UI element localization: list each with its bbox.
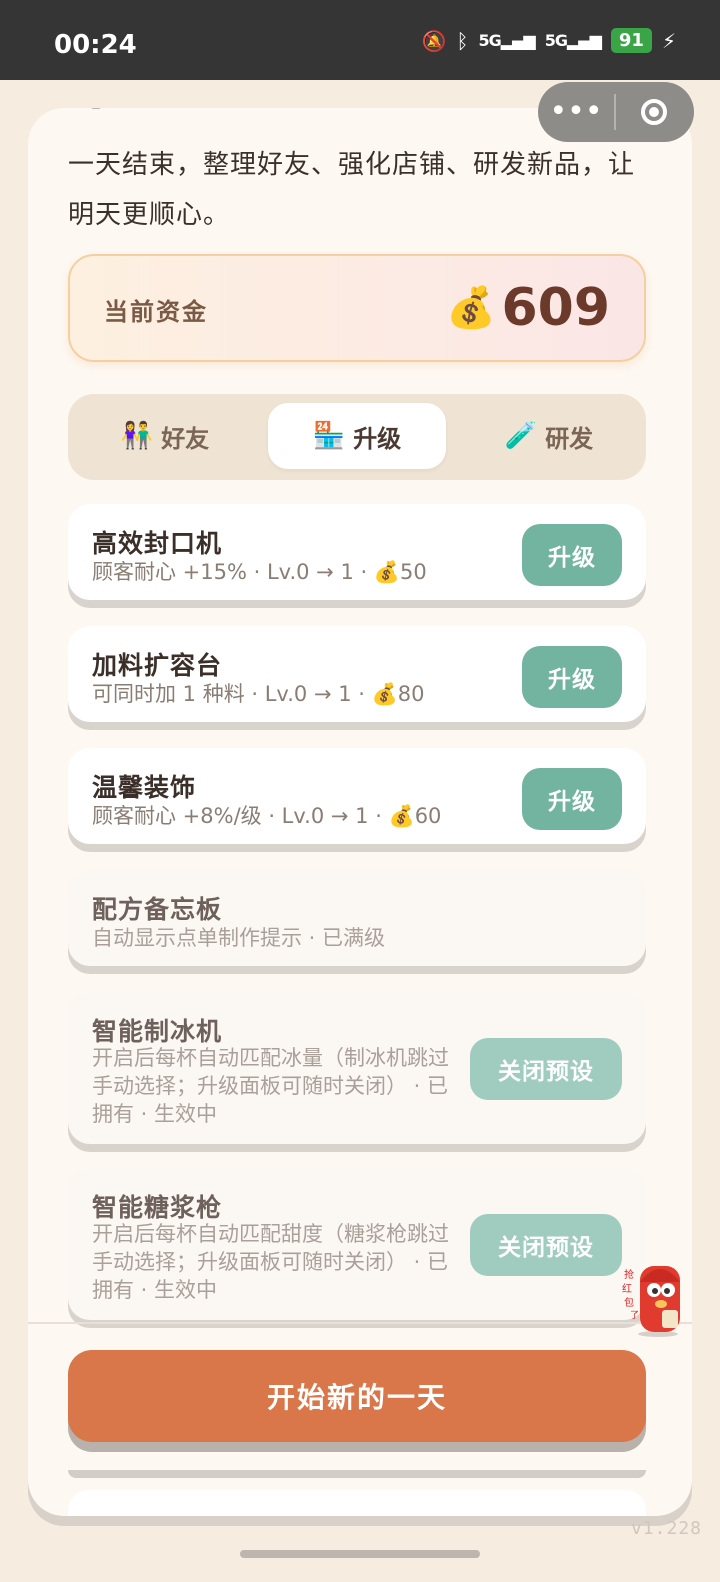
upgrade-desc: 顾客耐心 +15% · Lv.0 → 1 · 💰50 — [92, 560, 427, 584]
battery-level: 91 — [610, 28, 652, 53]
bottom-strip — [68, 1470, 646, 1478]
miniprogram-capsule: ••• — [538, 82, 694, 142]
upgrade-card-ice-machine: 智能制冰机 开启后每杯自动匹配冰量（制冰机跳过手动选择；升级面板可随时关闭） ·… — [68, 992, 646, 1144]
end-of-day-panel: 一天结束，整理好友、强化店铺、研发新品，让明天更顺心。 当前资金 💰 609 👫… — [28, 108, 692, 1516]
panel-top-mark — [92, 108, 100, 109]
tab-bar: 👫 好友 🏪 升级 🧪 研发 — [68, 394, 646, 480]
version-label: v1.228 — [630, 1518, 702, 1539]
status-bar: 00:24 🔕 ᛒ 5G▂▄▆ 5G▂▄▆ 91 ⚡ — [0, 0, 720, 80]
upgrade-button[interactable]: 升级 — [522, 524, 622, 586]
signal-icon-2: 5G▂▄▆ — [544, 31, 602, 50]
mute-bell-icon: 🔕 — [421, 28, 447, 53]
upgrade-title: 温馨装饰 — [92, 773, 197, 802]
more-menu-icon[interactable]: ••• — [538, 82, 614, 142]
upgrade-desc: 可同时加 1 种料 · Lv.0 → 1 · 💰80 — [92, 682, 425, 706]
svg-text:了: 了 — [630, 1310, 639, 1321]
upgrade-desc: 顾客耐心 +8%/级 · Lv.0 → 1 · 💰60 — [92, 804, 442, 828]
bottom-card-peek — [68, 1490, 646, 1516]
tab-friends-label: 好友 — [161, 424, 210, 453]
upgrade-title: 智能制冰机 — [92, 1017, 223, 1046]
upgrade-title: 高效封口机 — [92, 529, 223, 558]
mascot-text: 抢 红 包 了 — [622, 1268, 639, 1321]
upgrade-card-recipe-board: 配方备忘板 自动显示点单制作提示 · 已满级 — [68, 870, 646, 966]
svg-text:抢: 抢 — [624, 1268, 634, 1281]
money-bag-icon: 💰 — [446, 285, 496, 331]
red-packet-mascot-icon[interactable]: 抢 红 包 了 — [616, 1252, 686, 1338]
upgrade-title: 配方备忘板 — [92, 895, 223, 924]
home-indicator[interactable] — [240, 1550, 480, 1558]
funds-label: 当前资金 — [104, 298, 208, 326]
upgrade-card-decor: 温馨装饰 顾客耐心 +8%/级 · Lv.0 → 1 · 💰60 升级 — [68, 748, 646, 844]
funds-amount: 609 — [501, 278, 610, 338]
upgrade-card-sealer: 高效封口机 顾客耐心 +15% · Lv.0 → 1 · 💰50 升级 — [68, 504, 646, 600]
start-new-day-button[interactable]: 开始新的一天 — [68, 1350, 646, 1442]
svg-text:红: 红 — [622, 1282, 632, 1295]
friends-icon: 👫 — [120, 421, 154, 451]
upgrade-desc: 开启后每杯自动匹配冰量（制冰机跳过手动选择；升级面板可随时关闭） · 已拥有 ·… — [92, 1046, 449, 1126]
charging-icon: ⚡ — [661, 28, 676, 53]
tab-upgrade[interactable]: 🏪 升级 — [268, 403, 446, 469]
divider — [28, 1322, 692, 1324]
funds-card: 当前资金 💰 609 — [68, 254, 646, 362]
svg-text:包: 包 — [624, 1296, 634, 1309]
bluetooth-icon: ᛒ — [456, 28, 469, 53]
upgrade-desc: 开启后每杯自动匹配甜度（糖浆枪跳过手动选择；升级面板可随时关闭） · 已拥有 ·… — [92, 1222, 449, 1302]
intro-text: 一天结束，整理好友、强化店铺、研发新品，让明天更顺心。 — [68, 150, 636, 230]
signal-icon-1: 5G▂▄▆ — [478, 31, 536, 50]
upgrade-title: 加料扩容台 — [92, 651, 223, 680]
disable-preset-button[interactable]: 关闭预设 — [470, 1214, 622, 1276]
status-icons: 🔕 ᛒ 5G▂▄▆ 5G▂▄▆ 91 ⚡ — [422, 28, 676, 53]
upgrade-title: 智能糖浆枪 — [92, 1193, 223, 1222]
upgrade-button[interactable]: 升级 — [522, 646, 622, 708]
upgrade-desc: 自动显示点单制作提示 · 已满级 — [92, 926, 386, 950]
tab-friends[interactable]: 👫 好友 — [76, 403, 254, 469]
tab-upgrade-label: 升级 — [353, 424, 402, 453]
tab-research-label: 研发 — [545, 424, 594, 453]
upgrade-button[interactable]: 升级 — [522, 768, 622, 830]
disable-preset-button[interactable]: 关闭预设 — [470, 1038, 622, 1100]
upgrade-card-topping-station: 加料扩容台 可同时加 1 种料 · Lv.0 → 1 · 💰80 升级 — [68, 626, 646, 722]
shop-icon: 🏪 — [312, 421, 346, 451]
upgrade-card-syrup-gun: 智能糖浆枪 开启后每杯自动匹配甜度（糖浆枪跳过手动选择；升级面板可随时关闭） ·… — [68, 1168, 646, 1320]
tab-research[interactable]: 🧪 研发 — [460, 403, 638, 469]
close-miniprogram-icon[interactable] — [616, 99, 692, 125]
status-time: 00:24 — [54, 30, 137, 60]
test-tube-icon: 🧪 — [504, 421, 538, 451]
